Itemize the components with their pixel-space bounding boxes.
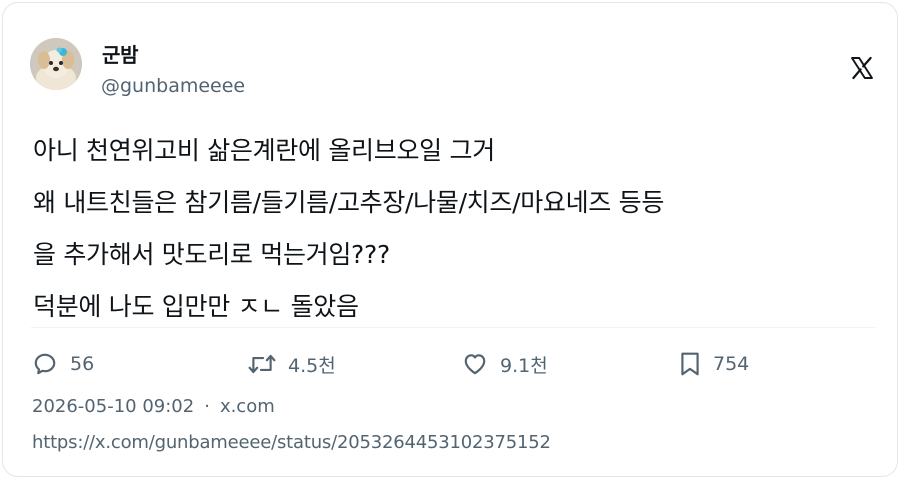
tweet-card: 군밤 @gunbameeee 아니 천연위고비 삶은계란에 올리브오일 그거 왜… [2,2,898,477]
reply-button[interactable]: 56 [32,346,94,382]
tweet-line: 을 추가해서 맛도리로 먹는거임??? [33,240,390,269]
bookmark-button[interactable]: 754 [679,346,749,382]
like-count: 9.1천 [500,354,548,377]
tweet-meta: 2026-05-10 09:02 · x.com [32,396,275,417]
like-button[interactable]: 9.1천 [462,346,548,382]
tweet-line: 아니 천연위고비 삶은계란에 올리브오일 그거 [33,136,495,165]
heart-icon [464,354,486,375]
tweet-line: 덕분에 나도 입만만 ㅈㄴ 돌았음 [33,292,359,321]
divider [31,327,875,328]
display-name[interactable]: 군밤 [102,39,139,68]
puppy-avatar-icon [30,38,82,90]
retweet-icon [248,354,276,374]
separator: · [204,396,210,417]
retweet-button[interactable]: 4.5천 [248,346,336,382]
reply-count: 56 [70,353,95,375]
bookmark-count: 754 [713,353,750,375]
tweet-url[interactable]: https://x.com/gunbameeee/status/20532644… [32,432,551,453]
avatar[interactable] [30,38,82,90]
tweet-line: 왜 내트친들은 참기름/들기름/고추장/나물/치즈/마요네즈 등등 [33,188,665,217]
timestamp[interactable]: 2026-05-10 09:02 [32,396,194,417]
x-logo-icon[interactable] [850,56,874,80]
tweet-text: 아니 천연위고비 삶은계란에 올리브오일 그거 왜 내트친들은 참기름/들기름/… [33,125,873,333]
reply-icon [34,353,56,375]
user-handle[interactable]: @gunbameeee [101,75,245,97]
bookmark-icon [681,352,699,376]
source-link[interactable]: x.com [220,396,275,417]
retweet-count: 4.5천 [288,354,336,377]
